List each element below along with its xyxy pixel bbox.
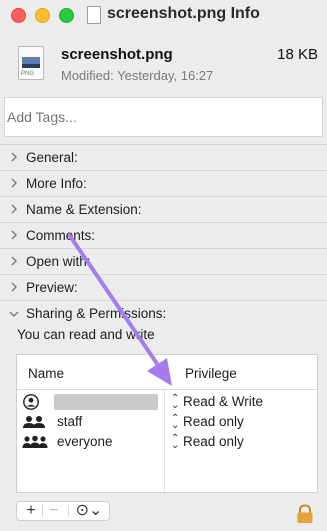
section-comments[interactable]: Comments: (0, 222, 327, 248)
table-row[interactable]: ⌃ ⌄ Read & Write (17, 392, 317, 412)
chevron-right-icon (11, 256, 17, 266)
privilege-value[interactable]: Read only (183, 414, 244, 429)
table-header: Name Privilege (17, 355, 317, 390)
privilege-value[interactable]: Read only (183, 434, 244, 449)
file-thumbnail-shadow (22, 64, 40, 68)
toolbar-divider (68, 505, 69, 517)
add-user-button[interactable]: + (22, 502, 40, 520)
up-down-icon[interactable]: ⌃ ⌄ (171, 414, 179, 431)
section-label: General: (26, 150, 78, 165)
tags-input[interactable] (4, 97, 323, 137)
chevron-down-icon (9, 311, 19, 317)
up-down-icon[interactable]: ⌃ ⌄ (171, 394, 179, 411)
everyone-icon (22, 435, 48, 448)
table-row[interactable]: staff ⌃ ⌄ Read only (17, 412, 317, 432)
privilege-value[interactable]: Read & Write (183, 394, 263, 409)
section-label: Open with: (26, 254, 91, 269)
group-icon (23, 416, 45, 428)
section-label: Preview: (26, 280, 78, 295)
minimize-window-button[interactable] (35, 8, 50, 23)
section-label: Sharing & Permissions: (26, 306, 167, 321)
file-icon-ext: PNG (21, 71, 35, 77)
permission-note: You can read and write (17, 327, 155, 342)
chevron-right-icon (11, 282, 17, 292)
up-down-icon[interactable]: ⌃ ⌄ (171, 434, 179, 451)
section-open-with[interactable]: Open with: (0, 248, 327, 274)
section-label: Comments: (26, 228, 96, 243)
column-header-privilege[interactable]: Privilege (185, 366, 237, 381)
title-bar: screenshot.png Info (0, 0, 327, 30)
window-title: screenshot.png Info (107, 5, 260, 22)
modified-date: Modified: Yesterday, 16:27 (61, 68, 214, 83)
section-more-info[interactable]: More Info: (0, 170, 327, 196)
table-row[interactable]: everyone ⌃ ⌄ Read only (17, 432, 317, 452)
info-window: screenshot.png Info PNG screenshot.png 1… (0, 0, 327, 531)
action-menu-button[interactable]: ⊙⌄ (73, 502, 105, 520)
section-label: Name & Extension: (26, 202, 142, 217)
permissions-toolbar: + − ⊙⌄ (16, 501, 110, 521)
document-icon (87, 6, 101, 24)
user-name: everyone (57, 434, 113, 449)
user-name: staff (57, 414, 83, 429)
chevron-right-icon (11, 230, 17, 240)
chevron-right-icon (11, 178, 17, 188)
chevron-right-icon (11, 152, 17, 162)
section-general[interactable]: General: (0, 144, 327, 170)
png-file-icon: PNG (18, 46, 44, 80)
column-header-name[interactable]: Name (28, 366, 64, 381)
section-name-extension[interactable]: Name & Extension: (0, 196, 327, 222)
file-name: screenshot.png (61, 46, 173, 63)
lock-icon[interactable] (295, 504, 315, 524)
redacted-user-name (54, 394, 158, 410)
chevron-right-icon (11, 204, 17, 214)
section-preview[interactable]: Preview: (0, 274, 327, 300)
remove-user-button[interactable]: − (45, 502, 63, 520)
close-window-button[interactable] (11, 8, 26, 23)
zoom-window-button[interactable] (59, 8, 74, 23)
section-sharing-permissions[interactable]: Sharing & Permissions: (0, 300, 327, 326)
toolbar-divider (42, 505, 43, 517)
file-size: 18 KB (277, 46, 318, 63)
user-icon (23, 394, 39, 410)
section-label: More Info: (26, 176, 87, 191)
permissions-table: Name Privilege ⌃ ⌄ Read & Write staff ⌃ ⌄ (16, 354, 318, 493)
